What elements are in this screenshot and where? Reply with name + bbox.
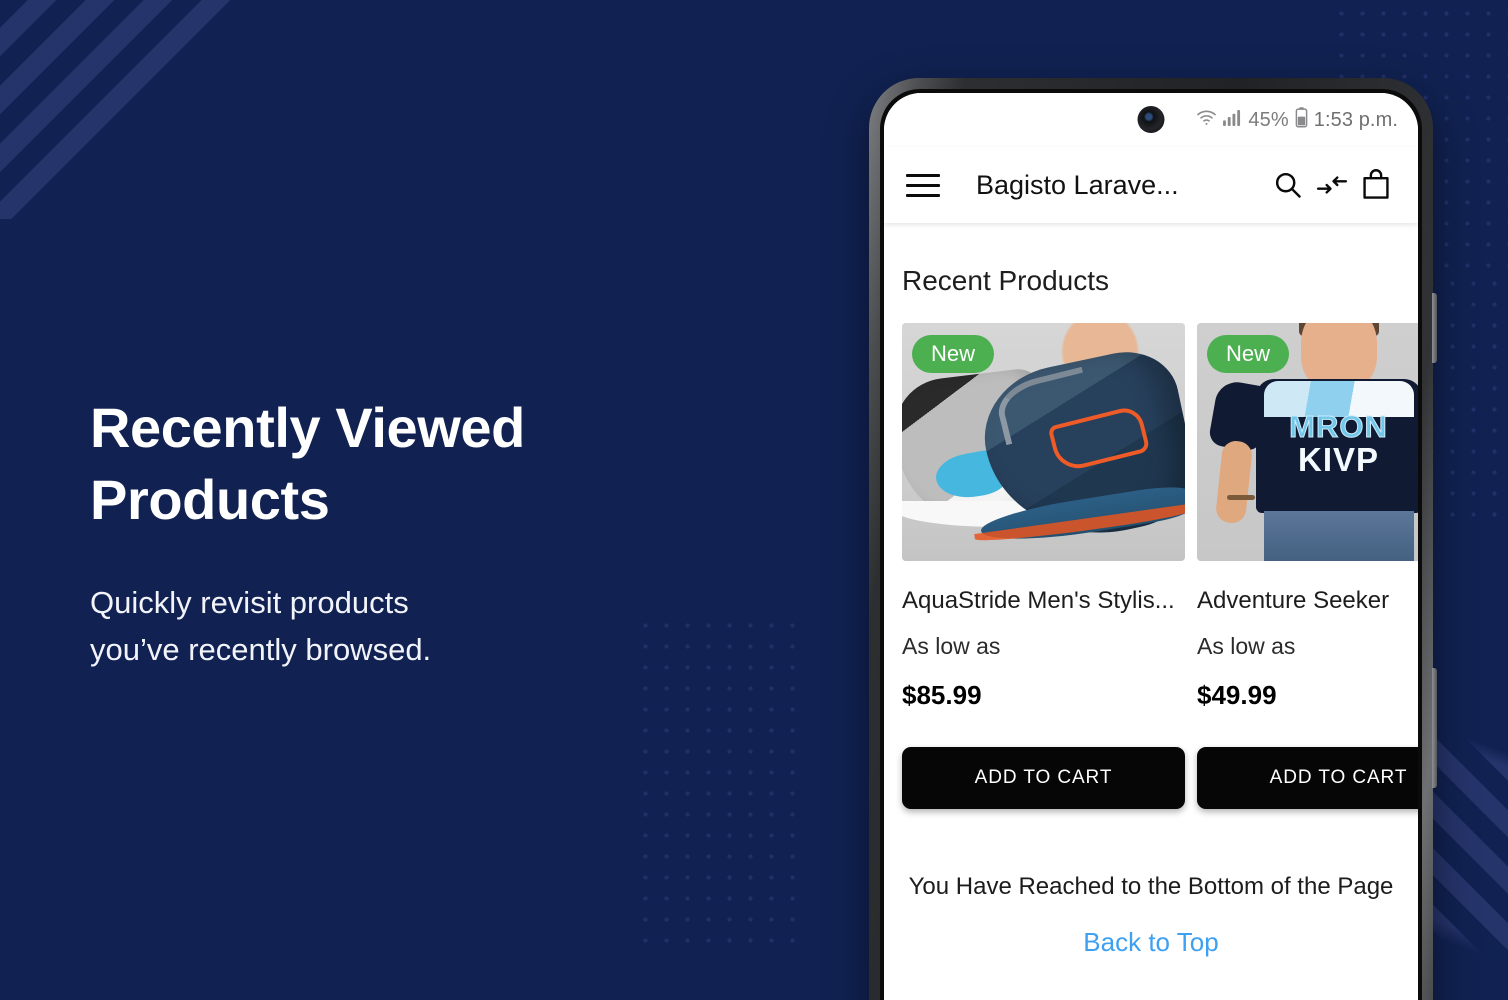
hamburger-menu-icon[interactable] bbox=[906, 173, 940, 197]
phone-mockup: 45% 1:53 p.m. Bagisto Larave... Recent P… bbox=[869, 78, 1437, 1000]
battery-icon bbox=[1295, 106, 1308, 134]
promo-title-line-1: Recently Viewed bbox=[90, 396, 525, 459]
battery-percent-label: 45% bbox=[1248, 108, 1289, 131]
product-image-shoes[interactable]: New bbox=[902, 323, 1185, 561]
status-bar: 45% 1:53 p.m. bbox=[884, 93, 1418, 147]
promo-subtitle-line-2: you’ve recently browsed. bbox=[90, 632, 432, 668]
tshirt-print-line-2: KIVP bbox=[1297, 441, 1380, 478]
promo-subtitle-line-1: Quickly revisit products bbox=[90, 585, 409, 621]
compare-icon[interactable] bbox=[1310, 171, 1354, 199]
promo-banner: Recently Viewed Products Quickly revisit… bbox=[0, 0, 1508, 1000]
product-name: Adventure Seeker bbox=[1197, 587, 1390, 614]
product-as-low-as-label: As low as bbox=[1197, 633, 1296, 659]
back-to-top-link[interactable]: Back to Top bbox=[884, 927, 1418, 958]
new-badge: New bbox=[912, 335, 995, 373]
product-price: $85.99 bbox=[902, 680, 982, 710]
tshirt-print-line-1: MRON bbox=[1289, 409, 1388, 445]
product-price: $49.99 bbox=[1197, 680, 1277, 710]
section-title: Recent Products bbox=[902, 265, 1109, 296]
status-bar-indicators: 45% 1:53 p.m. bbox=[1196, 106, 1398, 134]
promo-title-line-2: Products bbox=[90, 467, 330, 531]
product-grid: New AquaStride Men's Stylis... As low as… bbox=[884, 297, 1418, 809]
power-button[interactable] bbox=[1432, 668, 1437, 788]
product-card[interactable]: MRON KIVP New Adventure Seeker As low as… bbox=[1197, 323, 1418, 809]
promo-text-block: Recently Viewed Products Quickly revisit… bbox=[90, 392, 650, 674]
product-image-tshirt[interactable]: MRON KIVP New bbox=[1197, 323, 1418, 561]
wifi-icon bbox=[1196, 109, 1217, 132]
new-badge: New bbox=[1207, 335, 1290, 373]
diagonal-stripes-top-left bbox=[0, 0, 316, 219]
product-as-low-as-label: As low as bbox=[902, 633, 1001, 659]
cellular-signal-icon bbox=[1223, 109, 1242, 132]
app-title: Bagisto Larave... bbox=[976, 169, 1179, 200]
app-bar: Bagisto Larave... bbox=[884, 147, 1418, 223]
shopping-bag-icon[interactable] bbox=[1354, 169, 1398, 201]
dot-grid-center bbox=[632, 612, 802, 957]
phone-bezel: 45% 1:53 p.m. Bagisto Larave... Recent P… bbox=[880, 89, 1422, 1000]
search-icon[interactable] bbox=[1266, 170, 1310, 200]
product-name: AquaStride Men's Stylis... bbox=[902, 587, 1175, 614]
promo-subtitle: Quickly revisit products you’ve recently… bbox=[90, 579, 650, 673]
clock-label: 1:53 p.m. bbox=[1313, 108, 1398, 131]
add-to-cart-button[interactable]: ADD TO CART bbox=[902, 747, 1185, 809]
front-camera-icon bbox=[1137, 106, 1165, 133]
product-card[interactable]: New AquaStride Men's Stylis... As low as… bbox=[902, 323, 1185, 809]
page-content: Recent Products New AquaStride Men's Sty… bbox=[884, 223, 1418, 1000]
promo-title: Recently Viewed Products bbox=[90, 392, 650, 535]
bottom-of-page-note: You Have Reached to the Bottom of the Pa… bbox=[908, 873, 1394, 900]
add-to-cart-button[interactable]: ADD TO CART bbox=[1197, 747, 1418, 809]
volume-button[interactable] bbox=[1432, 293, 1437, 363]
phone-screen: 45% 1:53 p.m. Bagisto Larave... Recent P… bbox=[884, 93, 1418, 1000]
